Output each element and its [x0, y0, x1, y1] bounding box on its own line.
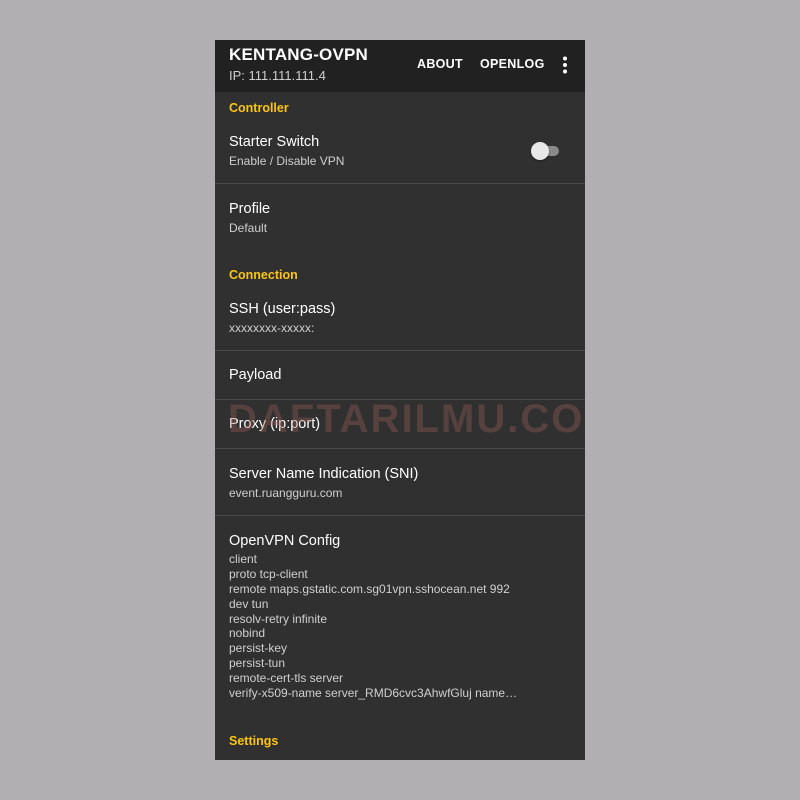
config-line: verify-x509-name server_RMD6cvc3AhwfGluj… [229, 686, 518, 701]
app-title: KENTANG-OVPN [229, 45, 369, 64]
more-vert-icon[interactable] [555, 55, 575, 75]
openvpn-config-value: client proto tcp-client remote maps.gsta… [229, 552, 517, 701]
starter-switch-item[interactable]: Starter Switch Enable / Disable VPN [215, 126, 585, 183]
sni-value: event.ruangguru.com [229, 486, 343, 500]
section-settings: Settings [229, 734, 279, 748]
divider [215, 183, 585, 184]
ip-address: IP: 111.111.111.4 [229, 68, 326, 83]
about-button[interactable]: ABOUT [417, 57, 463, 71]
profile-item[interactable]: Profile Default [215, 192, 585, 248]
section-controller: Controller [229, 101, 289, 115]
app-screen: KENTANG-OVPN IP: 111.111.111.4 ABOUT OPE… [215, 40, 585, 760]
starter-switch-label: Starter Switch [229, 134, 320, 150]
payload-item[interactable]: Payload [215, 351, 585, 399]
config-line: persist-key [229, 641, 288, 656]
openvpn-config-label: OpenVPN Config [229, 533, 341, 549]
toggle-thumb [531, 142, 549, 160]
vpn-toggle-switch[interactable] [531, 142, 561, 160]
config-line: persist-tun [229, 656, 286, 671]
payload-label: Payload [229, 367, 282, 383]
starter-switch-value: Enable / Disable VPN [229, 154, 345, 168]
openlog-button[interactable]: OPENLOG [480, 57, 545, 71]
config-line: resolv-retry infinite [229, 611, 328, 626]
sni-label: Server Name Indication (SNI) [229, 466, 419, 482]
watermark: DAFTARILMU.COM [228, 397, 585, 441]
config-line: nobind [229, 626, 266, 641]
section-connection: Connection [229, 268, 298, 282]
config-line: client [229, 552, 258, 566]
app-bar: KENTANG-OVPN IP: 111.111.111.4 ABOUT OPE… [215, 40, 585, 92]
profile-value: Default [229, 221, 268, 235]
profile-label: Profile [229, 201, 271, 217]
config-line: remote maps.gstatic.com.sg01vpn.sshocean… [229, 581, 510, 596]
config-line: remote-cert-tls server [229, 671, 344, 686]
ssh-item[interactable]: SSH (user:pass) xxxxxxxx-xxxxx: [215, 292, 585, 350]
config-line: dev tun [229, 596, 269, 611]
sni-item[interactable]: Server Name Indication (SNI) event.ruang… [215, 449, 585, 515]
ssh-label: SSH (user:pass) [229, 301, 336, 317]
ssh-value: xxxxxxxx-xxxxx: [229, 321, 315, 335]
config-line: proto tcp-client [229, 566, 308, 581]
